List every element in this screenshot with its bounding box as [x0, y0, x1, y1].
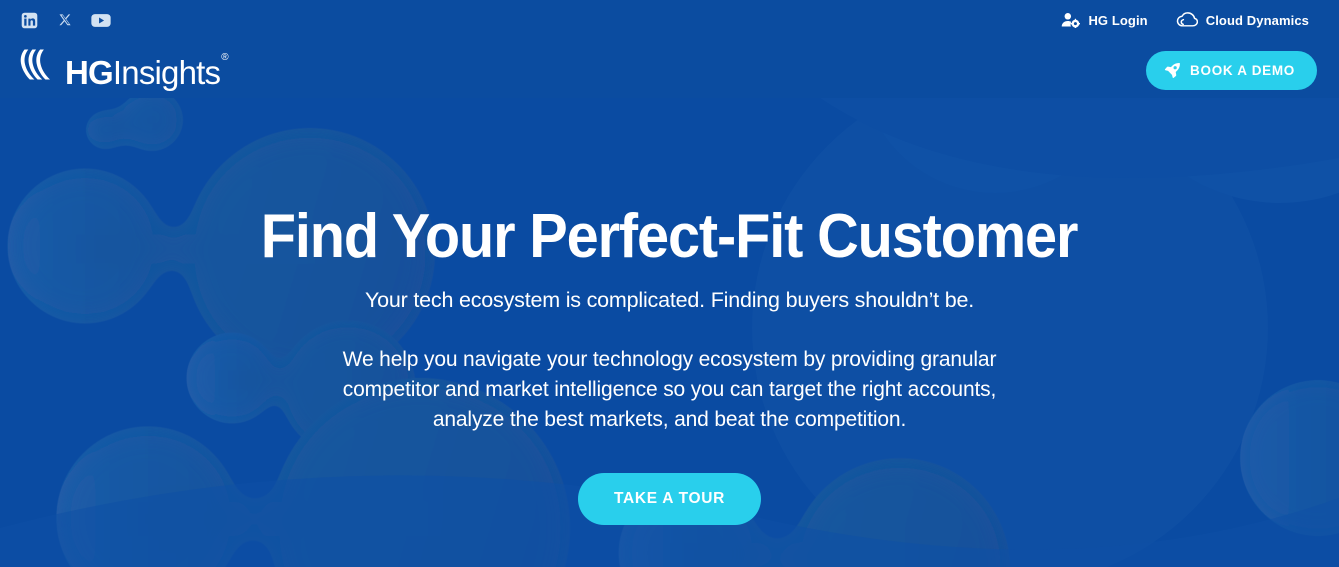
hero-subtitle: Your tech ecosystem is complicated. Find…: [364, 288, 975, 312]
rocket-icon: [1164, 62, 1181, 79]
book-a-demo-button[interactable]: BOOK A DEMO: [1146, 51, 1317, 90]
logo-hg-text: HG: [65, 54, 114, 91]
utility-bar: HG Login Cloud Dynamics: [0, 0, 1339, 40]
youtube-icon[interactable]: [90, 9, 112, 31]
hero-body-line: competitor and market intelligence so yo…: [342, 378, 997, 401]
cloud-icon: [1176, 12, 1198, 28]
hero-body-line: We help you navigate your technology eco…: [342, 348, 997, 371]
hg-login-link[interactable]: HG Login: [1061, 12, 1148, 28]
take-a-tour-button[interactable]: TAKE A TOUR: [577, 473, 762, 525]
cloud-dynamics-label: Cloud Dynamics: [1205, 12, 1309, 28]
hero-body-line: analyze the best markets, and beat the c…: [432, 408, 907, 431]
social-links: [18, 9, 112, 31]
hero-section: Find Your Perfect-Fit Customer Your tech…: [0, 98, 1339, 567]
hg-swirl-icon: [20, 48, 62, 89]
x-twitter-icon[interactable]: [54, 9, 76, 31]
linkedin-icon[interactable]: [18, 9, 40, 31]
logo-wordmark: HGInsights®: [65, 52, 229, 91]
user-gear-icon: [1061, 12, 1081, 28]
registered-mark-icon: ®: [221, 52, 228, 63]
logo-insights-text: Insights: [112, 54, 221, 91]
hg-login-label: HG Login: [1088, 12, 1148, 28]
hero-body-copy: We help you navigate your technology eco…: [290, 345, 1050, 435]
book-a-demo-label: BOOK A DEMO: [1190, 63, 1295, 78]
hero-headline: Find Your Perfect-Fit Customer: [261, 202, 1079, 271]
take-a-tour-label: TAKE A TOUR: [613, 490, 726, 507]
page-root: HG Login Cloud Dynamics HGInsights® BOOK…: [0, 0, 1339, 567]
hg-insights-logo[interactable]: HGInsights®: [20, 48, 229, 91]
utility-links: HG Login Cloud Dynamics: [1061, 0, 1309, 40]
cloud-dynamics-link[interactable]: Cloud Dynamics: [1176, 12, 1309, 28]
